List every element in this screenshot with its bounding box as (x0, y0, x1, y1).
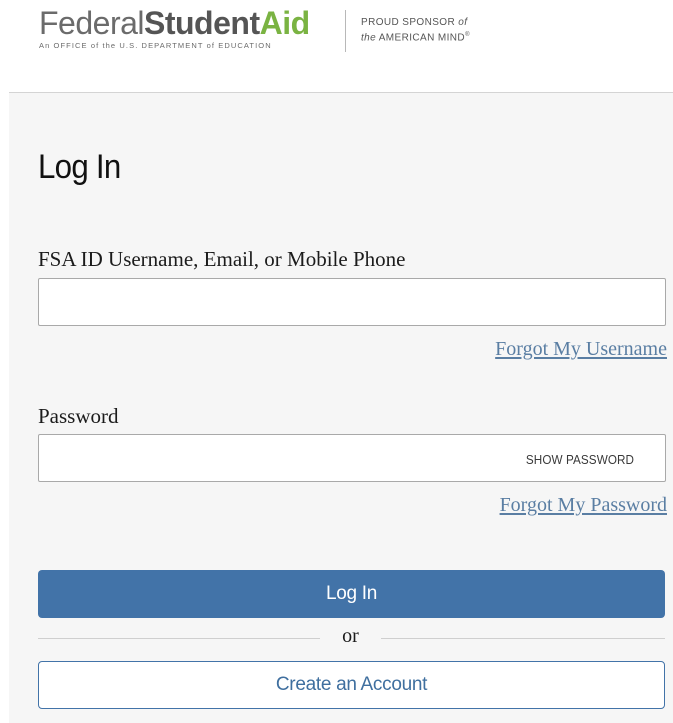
log-in-button[interactable]: Log In (38, 570, 665, 618)
site-header: FederalStudentAid An OFFICE of the U.S. … (0, 0, 673, 92)
sponsor-line-1-italic: of (458, 17, 468, 28)
sponsor-tagline: PROUD SPONSOR of the AMERICAN MIND® (361, 16, 470, 44)
create-account-button[interactable]: Create an Account (38, 661, 665, 709)
forgot-username-link[interactable]: Forgot My Username (495, 338, 667, 361)
page-title: Log In (38, 148, 121, 186)
username-input[interactable] (38, 278, 666, 326)
logo-word-aid: Aid (259, 5, 311, 41)
registered-mark: ® (465, 32, 470, 38)
logo-word-federal: Federal (39, 5, 145, 41)
username-label: FSA ID Username, Email, or Mobile Phone (38, 247, 406, 271)
logo-wordmark: FederalStudentAid (39, 6, 310, 40)
federal-student-aid-logo[interactable]: FederalStudentAid An OFFICE of the U.S. … (39, 6, 310, 50)
or-divider-text: or (342, 625, 359, 647)
password-label: Password (38, 404, 119, 428)
sponsor-line-1-main: PROUD SPONSOR (361, 17, 459, 28)
sponsor-line-2-italic: the (361, 32, 377, 44)
show-password-toggle[interactable]: SHOW PASSWORD (517, 448, 643, 470)
sponsor-line-1: PROUD SPONSOR of (361, 16, 470, 29)
logo-word-student: Student (144, 5, 260, 41)
divider-line-right (381, 638, 665, 639)
sponsor-line-2: the AMERICAN MIND® (361, 29, 470, 44)
forgot-password-link[interactable]: Forgot My Password (500, 494, 667, 517)
sponsor-line-2-main: AMERICAN MIND (376, 32, 466, 44)
logo-divider (345, 10, 346, 52)
logo-tagline: An OFFICE of the U.S. DEPARTMENT of EDUC… (39, 41, 272, 50)
divider-line-left (38, 638, 320, 639)
